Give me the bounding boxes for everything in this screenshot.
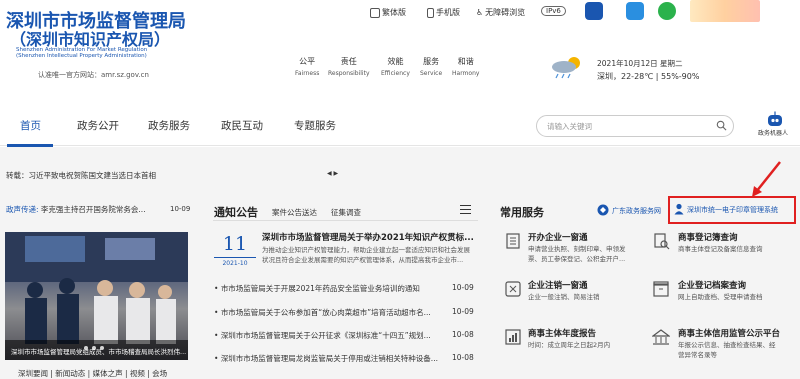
news-photo-carousel[interactable]: 深圳市市场监督管理局党组成员、市市场稽查局局长洪烈伟... <box>5 232 188 360</box>
featured-notice-summary: 为推动企业知识产权管理能力，帮助企业建立起一套适应知识和社会发展状况且符合企业发… <box>262 246 470 264</box>
news-date: 10-09 <box>170 205 191 213</box>
header: 深圳市市场监督管理局 （深圳市知识产权局） Shenzhen Administr… <box>0 0 800 90</box>
carousel-dots[interactable] <box>84 346 104 350</box>
photo-caption: 深圳市市场监督管理局党组成员、市市场稽查局局长洪烈伟... <box>5 340 188 360</box>
weather-date: 2021年10月12日 星期二 <box>597 59 683 68</box>
nav-government-affairs-open[interactable]: 政务公开 <box>77 118 119 133</box>
mobile-version-link[interactable]: 手机版 <box>427 7 460 18</box>
ipv6-badge: IPv6 <box>541 6 566 16</box>
notice-date: 10-08 <box>452 353 474 362</box>
notices-title[interactable]: 通知公告 <box>214 204 258 220</box>
robot-icon[interactable] <box>764 111 786 127</box>
guangdong-gov-icon <box>597 204 609 216</box>
service-open-business[interactable]: 开办企业一窗通 <box>528 231 588 243</box>
motto-fairness: 公平 Fairness <box>295 57 320 77</box>
notice-date: 10-09 <box>452 283 474 292</box>
notice-item[interactable]: • 市市场监管局关于开展2021年药品安全监管业务培训的通知 <box>214 283 420 294</box>
archive-icon <box>653 281 669 297</box>
credit-platform-icon <box>652 329 670 345</box>
service-archive-query[interactable]: 企业登记档案查询 <box>678 279 746 291</box>
motto-harmony: 和谐 Harmony <box>452 57 480 77</box>
menu-icon[interactable] <box>460 205 471 214</box>
search-input[interactable]: 请输入关键词 <box>536 115 734 137</box>
weather-detail: 深圳，22-28℃ | 55%-90% <box>597 72 700 81</box>
nav-special-services[interactable]: 专题服务 <box>294 118 336 133</box>
shenzhen-banner-image <box>690 0 760 22</box>
featured-notice-title[interactable]: 深圳市市场监督管理局关于举办2021年知识产权贯标... <box>262 231 474 243</box>
notice-item[interactable]: • 市市场监管局关于公布参加首“放心肉菜超市”培育活动超市名... <box>214 307 431 318</box>
weibo-icon[interactable] <box>626 2 644 20</box>
building-icon <box>506 233 520 249</box>
left-news-links[interactable]: 深圳要闻 | 新闻动态 | 媒体之声 | 视频 | 会场 <box>18 368 167 379</box>
carousel-dot[interactable] <box>100 346 104 350</box>
news-text: 李克强主持召开国务院常务会... <box>40 205 146 214</box>
notice-item[interactable]: • 深圳市市场监督管理局关于公开征求《深圳标准“十四五”规划... <box>214 330 431 341</box>
electronic-seal-link[interactable]: 深圳市统一电子印章管理系统 <box>687 205 778 215</box>
page: 深圳市市场监督管理局 （深圳市知识产权局） Shenzhen Administr… <box>0 0 800 379</box>
carousel-dot[interactable] <box>84 346 88 350</box>
search-register-icon <box>654 233 670 250</box>
news-label: 政声传递: <box>6 205 39 214</box>
motto-efficiency: 效能 Efficiency <box>381 57 410 77</box>
accessibility-icon: ♿ <box>476 8 484 17</box>
tab-survey[interactable]: 征集调查 <box>331 207 361 218</box>
carousel-dot[interactable] <box>92 346 96 350</box>
service-desc: 时间：成立周年之日起2月内 <box>528 341 611 349</box>
motto-service: 服务 Service <box>420 57 443 77</box>
service-deregister[interactable]: 企业注销一窗通 <box>528 279 588 291</box>
service-desc: 年报公示信息、抽查检查结果、经 营异常名录等 <box>678 341 776 359</box>
annual-report-icon <box>505 329 521 345</box>
notice-date: 10-08 <box>452 330 474 339</box>
robot-label[interactable]: 政务机器人 <box>758 128 788 137</box>
accessible-browse-link[interactable]: ♿ 无障碍浏览 <box>476 7 525 18</box>
ticker-arrows[interactable]: ◀ ▶ <box>327 170 338 177</box>
search-icon[interactable] <box>716 120 727 131</box>
featured-date: 11 2021-10 <box>214 233 256 275</box>
service-desc: 申请营业执照、刻制印章、申领发 票、员工参保登记、公积金开户... <box>528 245 626 263</box>
service-desc: 网上自助查档、受理申请查档 <box>678 293 763 301</box>
notice-item[interactable]: • 深圳市市场监督管理局龙岗监管局关于停用或注销相关特种设备... <box>214 353 438 364</box>
motto-responsibility: 责任 Responsibility <box>328 57 370 77</box>
service-desc: 企业一般注销、简易注销 <box>528 293 600 301</box>
nav-interaction[interactable]: 政民互动 <box>221 118 263 133</box>
user-seal-icon <box>674 203 684 215</box>
tab-case-notices[interactable]: 案件公告送达 <box>272 207 317 218</box>
featured-day: 11 <box>222 233 248 255</box>
nav-government-services[interactable]: 政务服务 <box>148 118 190 133</box>
app-icon[interactable] <box>585 2 603 20</box>
guangdong-service-link[interactable]: 广东政务服务网 <box>612 206 661 216</box>
traditional-chinese-link[interactable]: 繁体版 <box>370 7 406 18</box>
featured-month: 2021-10 <box>222 260 248 267</box>
site-logo-english-sub: (Shenzhen Intellectual Property Administ… <box>16 53 147 59</box>
traditional-icon <box>370 7 380 18</box>
service-desc: 商事主体登记及备案信息查询 <box>678 245 763 253</box>
news-ticker[interactable]: 转载：习近平致电祝贺陈国文建当选日本首相 <box>6 170 156 181</box>
wechat-icon[interactable] <box>658 2 676 20</box>
notice-date: 10-09 <box>452 307 474 316</box>
official-site-label: 认准唯一官方网站：amr.sz.gov.cn <box>38 71 149 79</box>
divider <box>213 220 478 221</box>
mobile-icon <box>427 7 434 18</box>
accessible-label: 无障碍浏览 <box>485 8 526 17</box>
services-title[interactable]: 常用服务 <box>500 204 544 220</box>
traditional-label: 繁体版 <box>382 8 406 17</box>
service-credit-platform[interactable]: 商事主体信用监管公示平台 <box>678 327 780 339</box>
search-placeholder: 请输入关键词 <box>547 122 592 131</box>
nav-home[interactable]: 首页 <box>20 118 41 133</box>
left-news-item[interactable]: 政声传递: 李克强主持召开国务院常务会... <box>6 204 146 215</box>
close-business-icon <box>505 281 521 297</box>
service-annual-report[interactable]: 商事主体年度报告 <box>528 327 596 339</box>
service-register-query[interactable]: 商事登记簿查询 <box>678 231 738 243</box>
mobile-label: 手机版 <box>436 8 460 17</box>
weather-cloud-rain-icon <box>552 57 580 79</box>
red-arrow-annotation <box>752 161 781 197</box>
